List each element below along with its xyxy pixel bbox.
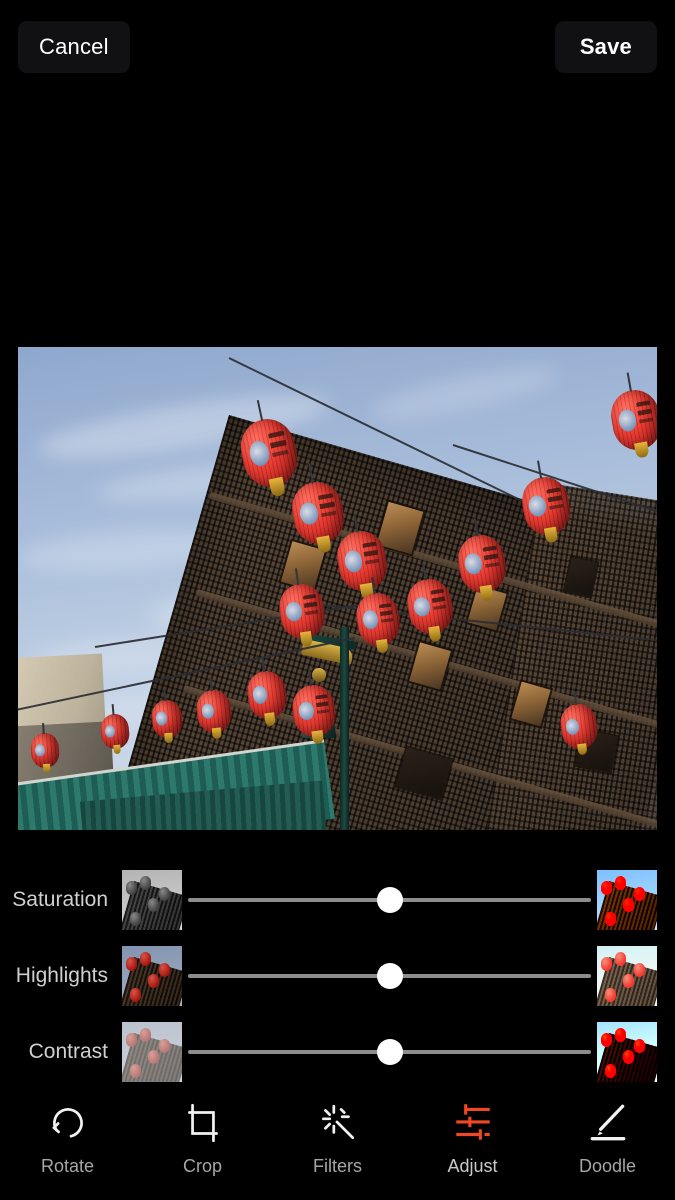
lantern-characters: [545, 487, 565, 519]
lantern-medallion: [252, 685, 268, 704]
save-button[interactable]: Save: [554, 21, 657, 73]
saturation-min-preview[interactable]: [122, 870, 182, 930]
lantern-characters: [302, 593, 320, 623]
adjust-row-saturation: Saturation: [0, 862, 675, 938]
lantern-medallion: [104, 724, 116, 739]
lantern-characters: [378, 603, 395, 632]
lantern-medallion: [297, 700, 315, 722]
contrast-max-preview[interactable]: [597, 1022, 657, 1082]
lantern-characters: [636, 400, 656, 433]
slider-handle[interactable]: [376, 1039, 403, 1065]
highlights-max-preview[interactable]: [597, 946, 657, 1006]
saturation-slider[interactable]: [188, 870, 591, 930]
editor-toolbar: Rotate Crop Filters Adjust Doodle: [0, 1092, 675, 1200]
tool-rotate[interactable]: Rotate: [0, 1100, 135, 1177]
photo-editor-screen: Cancel Save Saturation Highlights Contra…: [0, 0, 675, 1200]
adjust-label-saturation: Saturation: [12, 888, 108, 911]
photo-preview[interactable]: [18, 347, 657, 830]
contrast-slider[interactable]: [188, 1022, 591, 1082]
lantern-medallion: [155, 710, 168, 726]
lantern-medallion: [565, 717, 581, 736]
lantern-medallion: [342, 548, 363, 573]
crop-icon: [187, 1103, 218, 1143]
tool-crop[interactable]: Crop: [135, 1100, 270, 1177]
photo-image: [18, 347, 657, 830]
lantern-medallion: [297, 501, 320, 527]
lantern-characters: [482, 545, 501, 577]
lantern-characters: [361, 541, 381, 574]
pencil-icon: [590, 1104, 625, 1141]
lantern-characters: [267, 430, 291, 468]
slider-handle[interactable]: [376, 887, 403, 913]
lantern-medallion: [284, 600, 304, 623]
lantern-characters: [317, 492, 338, 527]
top-bar: Cancel Save: [0, 0, 675, 94]
tool-doodle[interactable]: Doodle: [540, 1100, 675, 1177]
tool-label-adjust: Adjust: [447, 1156, 498, 1176]
contrast-min-preview[interactable]: [122, 1022, 182, 1082]
adjust-label-contrast: Contrast: [28, 1040, 108, 1063]
lantern-medallion: [617, 408, 638, 433]
adjust-row-contrast: Contrast: [0, 1014, 675, 1090]
lantern-medallion: [412, 595, 432, 618]
tool-label-doodle: Doodle: [578, 1156, 637, 1176]
lantern-medallion: [361, 609, 379, 631]
street-lamp-post: [340, 627, 350, 830]
highlights-slider[interactable]: [188, 946, 591, 1006]
tool-filters[interactable]: Filters: [270, 1100, 405, 1177]
tool-label-crop: Crop: [182, 1156, 222, 1176]
adjust-panel: Saturation Highlights Contrast: [0, 862, 675, 1092]
tool-label-rotate: Rotate: [40, 1156, 95, 1176]
magic-wand-icon: [321, 1104, 354, 1139]
rotate-left-icon: [52, 1108, 83, 1138]
cancel-button[interactable]: Cancel: [18, 21, 130, 73]
lantern-characters: [314, 694, 331, 723]
tool-label-filters: Filters: [313, 1156, 362, 1176]
lantern-medallion: [200, 702, 215, 720]
lantern-medallion: [463, 552, 484, 577]
saturation-max-preview[interactable]: [597, 870, 657, 930]
adjust-row-highlights: Highlights: [0, 938, 675, 1014]
lantern-medallion: [527, 494, 548, 519]
lantern-cord: [42, 722, 46, 735]
lantern-medallion: [34, 743, 46, 758]
slider-handle[interactable]: [376, 963, 403, 989]
sliders-icon: [455, 1104, 490, 1140]
adjust-label-highlights: Highlights: [15, 964, 108, 987]
lantern-medallion: [246, 440, 271, 469]
lantern-characters: [429, 588, 448, 618]
highlights-min-preview[interactable]: [122, 946, 182, 1006]
tool-adjust[interactable]: Adjust: [405, 1100, 540, 1177]
